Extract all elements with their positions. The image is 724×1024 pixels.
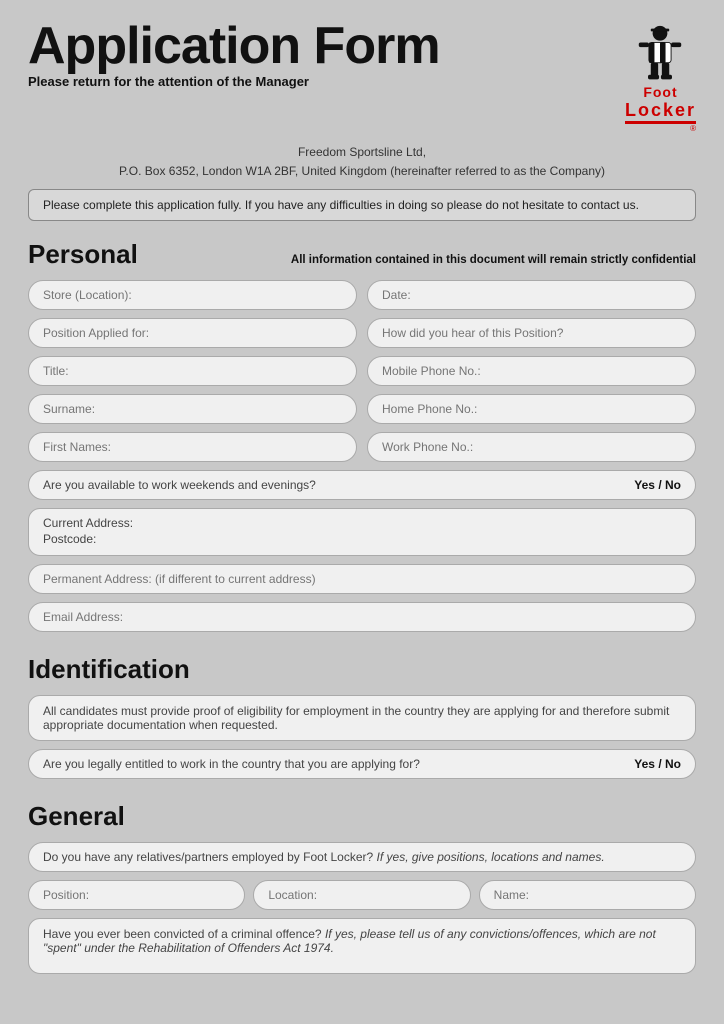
id-heading: Identification — [28, 654, 696, 685]
weekends-slash: / — [658, 478, 665, 492]
company-line2: P.O. Box 6352, London W1A 2BF, United Ki… — [28, 162, 696, 181]
name-input[interactable] — [479, 880, 696, 910]
weekends-yesno: Yes / No — [634, 478, 681, 492]
company-info: Freedom Sportsline Ltd, P.O. Box 6352, L… — [28, 143, 696, 181]
id-title: Identification — [28, 654, 190, 685]
personal-heading: Personal All information contained in th… — [28, 239, 696, 270]
logo-locker: Locker — [625, 100, 696, 124]
id-notice-text: All candidates must provide proof of eli… — [43, 704, 669, 732]
legally-yes: Yes — [634, 757, 655, 771]
referee-icon — [630, 24, 690, 84]
position-applied-field — [28, 318, 357, 348]
logo-text: Foot Locker ® — [625, 84, 696, 133]
date-input[interactable] — [367, 280, 696, 310]
position-input[interactable] — [28, 880, 245, 910]
email-input[interactable] — [28, 602, 696, 632]
legally-slash: / — [658, 757, 665, 771]
notice-box: Please complete this application fully. … — [28, 189, 696, 221]
position-location-name-row — [28, 880, 696, 910]
weekends-row[interactable]: Are you available to work weekends and e… — [28, 470, 696, 500]
relatives-question: Do you have any relatives/partners emplo… — [43, 850, 373, 864]
firstnames-workphone-row — [28, 432, 696, 462]
general-title: General — [28, 801, 125, 832]
criminal-question: Have you ever been convicted of a crimin… — [43, 927, 322, 941]
legally-no: No — [665, 757, 681, 771]
personal-title: Personal — [28, 239, 138, 270]
title-input[interactable] — [28, 356, 357, 386]
confidential-note: All information contained in this docume… — [291, 254, 696, 266]
foot-locker-logo: Foot Locker ® — [625, 24, 696, 133]
email-field — [28, 602, 696, 632]
header-left: Application Form Please return for the a… — [28, 20, 440, 89]
permanent-address-input[interactable] — [28, 564, 696, 594]
store-field — [28, 280, 357, 310]
position-hear-row — [28, 318, 696, 348]
app-title: Application Form — [28, 20, 440, 72]
surname-homephone-row — [28, 394, 696, 424]
header: Application Form Please return for the a… — [28, 20, 696, 133]
date-field — [367, 280, 696, 310]
surname-field — [28, 394, 357, 424]
mobile-field — [367, 356, 696, 386]
work-phone-input[interactable] — [367, 432, 696, 462]
logo-foot: Foot — [643, 84, 677, 100]
identification-section: Identification All candidates must provi… — [28, 654, 696, 779]
criminal-box: Have you ever been convicted of a crimin… — [28, 918, 696, 974]
weekends-no: No — [665, 478, 681, 492]
id-notice-box: All candidates must provide proof of eli… — [28, 695, 696, 741]
notice-text: Please complete this application fully. … — [43, 198, 639, 212]
how-hear-input[interactable] — [367, 318, 696, 348]
position-applied-input[interactable] — [28, 318, 357, 348]
how-hear-field — [367, 318, 696, 348]
permanent-address-field — [28, 564, 696, 594]
app-subtitle: Please return for the attention of the M… — [28, 74, 440, 89]
first-names-input[interactable] — [28, 432, 357, 462]
title-field — [28, 356, 357, 386]
first-names-field — [28, 432, 357, 462]
personal-section: Personal All information contained in th… — [28, 239, 696, 632]
store-location-input[interactable] — [28, 280, 357, 310]
legally-entitled-yesno: Yes / No — [634, 757, 681, 771]
postcode-label: Postcode: — [43, 532, 681, 546]
legally-entitled-row[interactable]: Are you legally entitled to work in the … — [28, 749, 696, 779]
relatives-note: If yes, give positions, locations and na… — [377, 850, 605, 864]
work-phone-field — [367, 432, 696, 462]
general-section: General Do you have any relatives/partne… — [28, 801, 696, 974]
weekends-label: Are you available to work weekends and e… — [43, 478, 316, 492]
relatives-question-box: Do you have any relatives/partners emplo… — [28, 842, 696, 872]
general-heading: General — [28, 801, 696, 832]
surname-input[interactable] — [28, 394, 357, 424]
logo-tm: ® — [690, 124, 696, 133]
current-address-label: Current Address: — [43, 516, 681, 530]
location-input[interactable] — [253, 880, 470, 910]
weekends-yes: Yes — [634, 478, 655, 492]
legally-entitled-label: Are you legally entitled to work in the … — [43, 757, 420, 771]
title-mobile-row — [28, 356, 696, 386]
mobile-input[interactable] — [367, 356, 696, 386]
home-phone-field — [367, 394, 696, 424]
current-address-box[interactable]: Current Address: Postcode: — [28, 508, 696, 556]
home-phone-input[interactable] — [367, 394, 696, 424]
company-line1: Freedom Sportsline Ltd, — [28, 143, 696, 162]
store-date-row — [28, 280, 696, 310]
